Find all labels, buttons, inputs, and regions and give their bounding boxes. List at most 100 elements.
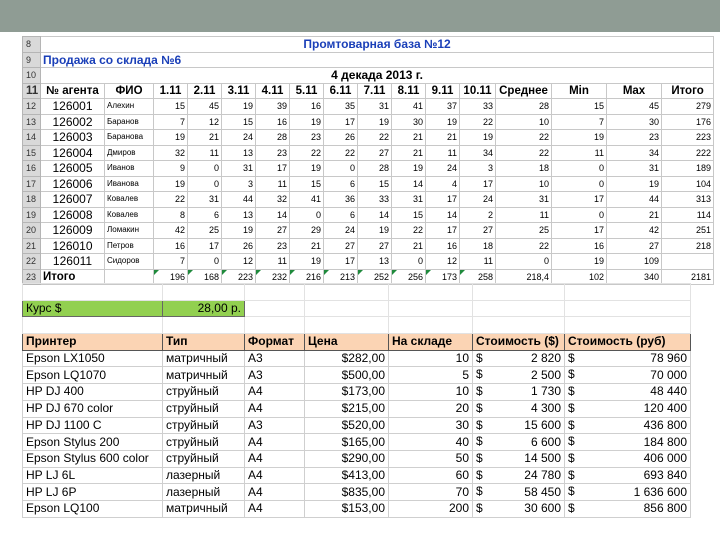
cost-rub-cell[interactable]: $856 800 — [564, 499, 691, 518]
sales-cell[interactable]: 2 — [459, 206, 496, 223]
sales-cell[interactable]: 17 — [551, 191, 607, 208]
sales-cell[interactable]: 16 — [255, 113, 290, 130]
sales-cell[interactable]: 19 — [357, 222, 392, 239]
price-cell[interactable]: $413,00 — [304, 466, 389, 485]
sales-cell[interactable]: 31 — [221, 160, 256, 177]
sales-cell[interactable]: 7 — [551, 113, 607, 130]
empty-cell[interactable] — [162, 283, 245, 301]
cost-rub-cell[interactable]: $70 000 — [564, 366, 691, 385]
agent-id-cell[interactable]: 126009 — [40, 222, 105, 239]
printer-format-cell[interactable]: A4 — [244, 433, 305, 451]
stock-cell[interactable]: 10 — [388, 349, 473, 368]
agent-id-cell[interactable]: 126011 — [40, 253, 105, 270]
sales-cell[interactable]: 15 — [221, 113, 256, 130]
column-header[interactable]: № агента — [40, 82, 105, 99]
sales-cell[interactable]: 21 — [187, 129, 222, 146]
sales-cell[interactable]: 17 — [323, 253, 358, 270]
empty-cell[interactable] — [472, 316, 565, 335]
sales-cell[interactable]: 30 — [391, 113, 426, 130]
sales-cell[interactable]: 14 — [425, 206, 460, 223]
stock-cell[interactable]: 5 — [388, 366, 473, 385]
column-header[interactable]: Стоимость ($) — [472, 333, 565, 351]
row-number[interactable]: 9 — [22, 51, 41, 68]
printer-name-cell[interactable]: Epson Stylus 600 color — [22, 449, 163, 468]
sales-cell[interactable]: 11 — [425, 144, 460, 161]
sales-cell[interactable]: 15 — [289, 175, 324, 192]
stock-cell[interactable]: 70 — [388, 483, 473, 501]
empty-cell[interactable] — [388, 316, 473, 335]
empty-cell[interactable] — [388, 283, 473, 301]
price-cell[interactable]: $215,00 — [304, 399, 389, 418]
sales-cell[interactable]: 313 — [660, 191, 715, 208]
sales-cell[interactable]: 19 — [221, 222, 256, 239]
agent-name-cell[interactable]: Баранов — [104, 113, 154, 130]
sales-cell[interactable]: 15 — [153, 98, 188, 115]
sales-cell[interactable]: 27 — [459, 222, 496, 239]
sales-cell[interactable]: 19 — [357, 113, 392, 130]
row-number[interactable]: 8 — [22, 36, 41, 53]
agent-name-cell[interactable]: Петров — [104, 237, 154, 254]
empty-cell[interactable] — [244, 299, 305, 318]
empty-cell[interactable] — [244, 283, 305, 301]
sales-cell[interactable]: 13 — [357, 253, 392, 270]
sales-cell[interactable]: 31 — [495, 191, 552, 208]
sales-cell[interactable]: 21 — [391, 129, 426, 146]
sales-cell[interactable]: 16 — [425, 237, 460, 254]
sales-cell[interactable]: 19 — [551, 129, 607, 146]
agent-id-cell[interactable]: 126007 — [40, 191, 105, 208]
sales-cell[interactable]: 27 — [606, 237, 662, 254]
agent-id-cell[interactable]: 126004 — [40, 144, 105, 161]
cost-rub-cell[interactable]: $184 800 — [564, 433, 691, 451]
sales-cell[interactable]: 0 — [187, 160, 222, 177]
sales-cell[interactable]: 29 — [289, 222, 324, 239]
row-number[interactable]: 15 — [22, 144, 41, 161]
sales-cell[interactable]: 19 — [153, 129, 188, 146]
cost-rub-cell[interactable]: $1 636 600 — [564, 483, 691, 501]
printer-format-cell[interactable]: A3 — [244, 416, 305, 435]
agent-id-cell[interactable]: 126008 — [40, 206, 105, 223]
sales-cell[interactable]: 7 — [153, 253, 188, 270]
row-number[interactable]: 12 — [22, 98, 41, 115]
empty-cell[interactable] — [564, 299, 691, 318]
sales-cell[interactable]: 22 — [153, 191, 188, 208]
empty-cell[interactable] — [162, 316, 245, 335]
agent-id-cell[interactable]: 126003 — [40, 129, 105, 146]
sales-cell[interactable]: 26 — [221, 237, 256, 254]
sales-cell[interactable]: 39 — [255, 98, 290, 115]
sales-cell[interactable]: 45 — [187, 98, 222, 115]
sales-cell[interactable]: 21 — [391, 144, 426, 161]
cost-usd-cell[interactable]: $15 600 — [472, 416, 565, 435]
kurs-value[interactable]: 28,00 р. — [162, 299, 245, 318]
column-header[interactable]: 5.11 — [289, 82, 324, 99]
column-header[interactable]: 4.11 — [255, 82, 290, 99]
sales-cell[interactable]: 22 — [495, 144, 552, 161]
sales-cell[interactable]: 0 — [187, 175, 222, 192]
cost-usd-cell[interactable]: $1 730 — [472, 383, 565, 401]
cost-usd-cell[interactable]: $24 780 — [472, 466, 565, 485]
sales-cell[interactable]: 44 — [221, 191, 256, 208]
column-header[interactable]: 8.11 — [391, 82, 426, 99]
sales-cell[interactable]: 26 — [323, 129, 358, 146]
cost-usd-cell[interactable]: $2 820 — [472, 349, 565, 368]
sales-cell[interactable]: 28 — [495, 98, 552, 115]
row-number[interactable]: 10 — [22, 67, 41, 84]
sales-cell[interactable]: 6 — [187, 206, 222, 223]
sales-cell[interactable]: 3 — [221, 175, 256, 192]
sales-cell[interactable]: 11 — [187, 144, 222, 161]
sales-cell[interactable]: 27 — [255, 222, 290, 239]
stock-cell[interactable]: 10 — [388, 383, 473, 401]
price-cell[interactable]: $520,00 — [304, 416, 389, 435]
price-cell[interactable]: $500,00 — [304, 366, 389, 385]
agent-name-cell[interactable]: Иванов — [104, 160, 154, 177]
sales-cell[interactable]: 17 — [187, 237, 222, 254]
sales-cell[interactable]: 16 — [551, 237, 607, 254]
printer-type-cell[interactable]: матричный — [162, 366, 245, 385]
agent-name-cell[interactable]: Ломакин — [104, 222, 154, 239]
printer-type-cell[interactable]: лазерный — [162, 466, 245, 485]
sales-cell[interactable]: 0 — [551, 175, 607, 192]
column-header[interactable]: 10.11 — [459, 82, 496, 99]
empty-cell[interactable] — [564, 316, 691, 335]
sales-cell[interactable]: 11 — [255, 175, 290, 192]
agent-id-cell[interactable]: 126002 — [40, 113, 105, 130]
sales-cell[interactable]: 19 — [153, 175, 188, 192]
